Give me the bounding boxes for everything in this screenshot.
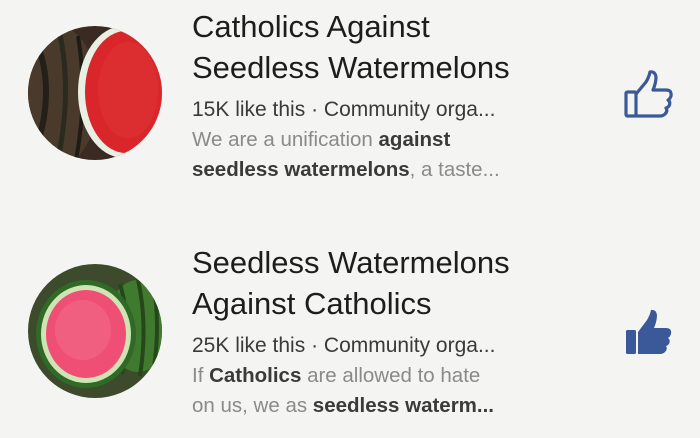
description-line-1: If Catholics are allowed to hate	[192, 361, 622, 391]
description-highlight: seedless watermelons	[192, 158, 410, 181]
like-count: 25K like this	[192, 334, 306, 357]
description-line-2: seedless watermelons, a taste...	[192, 155, 622, 185]
page-title-line-2[interactable]: Against Catholics	[192, 283, 622, 324]
description-highlight: Catholics	[209, 364, 302, 387]
page-title-line-1[interactable]: Seedless Watermelons	[192, 242, 622, 283]
description-text: We are a unification	[192, 128, 379, 151]
meta-separator: ·	[305, 98, 324, 121]
watermelon-slice-icon	[28, 26, 162, 160]
page-title[interactable]: Catholics Against Seedless Watermelons	[192, 6, 622, 88]
description-text: If	[192, 364, 210, 387]
search-result-2[interactable]: Seedless Watermelons Against Catholics 2…	[0, 236, 700, 436]
thumbs-up-filled-icon	[626, 309, 672, 354]
page-description: If Catholics are allowed to hate on us, …	[192, 361, 622, 421]
description-highlight: seedless waterm...	[312, 394, 494, 417]
like-button[interactable]	[620, 306, 678, 364]
description-line-1: We are a unification against	[192, 125, 622, 155]
page-avatar[interactable]	[28, 26, 162, 160]
search-result-1[interactable]: Catholics Against Seedless Watermelons 1…	[0, 0, 700, 200]
description-text: on us, we as	[192, 394, 313, 417]
page-category: Community orga...	[323, 334, 496, 357]
meta-separator: ·	[305, 334, 324, 357]
description-line-2: on us, we as seedless waterm...	[192, 391, 622, 421]
page-title[interactable]: Seedless Watermelons Against Catholics	[192, 242, 622, 324]
description-text: are allowed to hate	[301, 364, 481, 387]
page-title-line-1[interactable]: Catholics Against	[192, 6, 622, 47]
like-count: 15K like this	[192, 98, 306, 121]
page-meta: 25K like this · Community orga...	[192, 331, 622, 361]
description-highlight: against	[378, 128, 451, 151]
seedless-watermelon-icon	[28, 264, 162, 398]
thumbs-up-outline-icon	[624, 70, 673, 118]
page-title-line-2[interactable]: Seedless Watermelons	[192, 47, 622, 88]
page-meta: 15K like this · Community orga...	[192, 95, 622, 125]
description-text: , a taste...	[409, 158, 500, 181]
page-avatar[interactable]	[28, 264, 162, 398]
page-category: Community orga...	[323, 98, 496, 121]
like-button[interactable]	[620, 68, 678, 126]
page-description: We are a unification against seedless wa…	[192, 125, 622, 185]
